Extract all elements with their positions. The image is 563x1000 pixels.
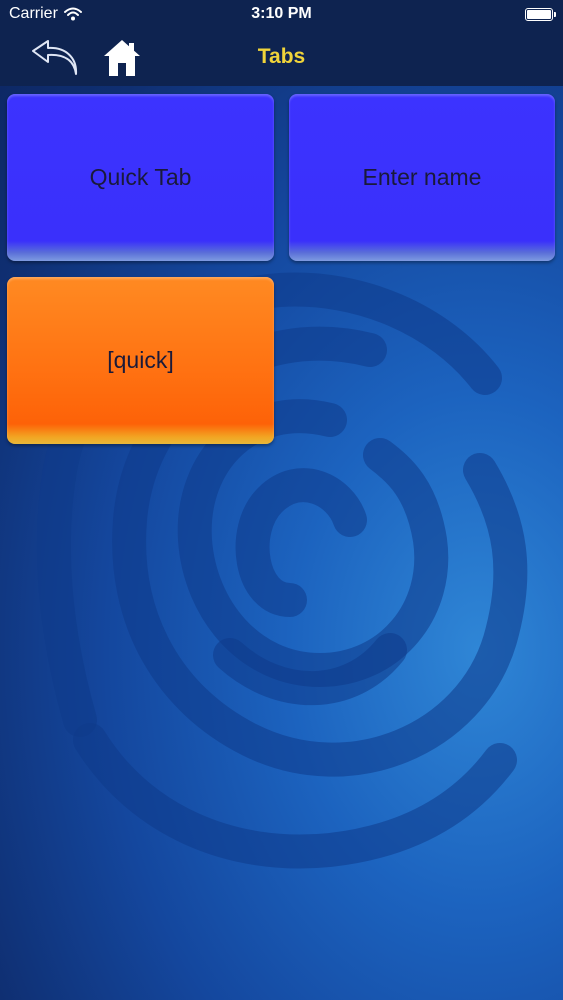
tab-tile-quick-tab[interactable]: Quick Tab <box>7 94 274 261</box>
battery-icon <box>525 8 556 21</box>
status-time: 3:10 PM <box>251 5 312 22</box>
tab-tile-quick[interactable]: [quick] <box>7 277 274 444</box>
tile-label: [quick] <box>107 347 174 373</box>
tab-tile-enter-name[interactable]: Enter name <box>289 94 555 261</box>
page-title: Tabs <box>257 45 306 68</box>
nav-bar: Tabs <box>0 30 563 86</box>
tile-label: Quick Tab <box>89 164 192 190</box>
tile-label: Enter name <box>362 164 482 190</box>
status-bar: Carrier 3:10 PM <box>0 0 563 30</box>
